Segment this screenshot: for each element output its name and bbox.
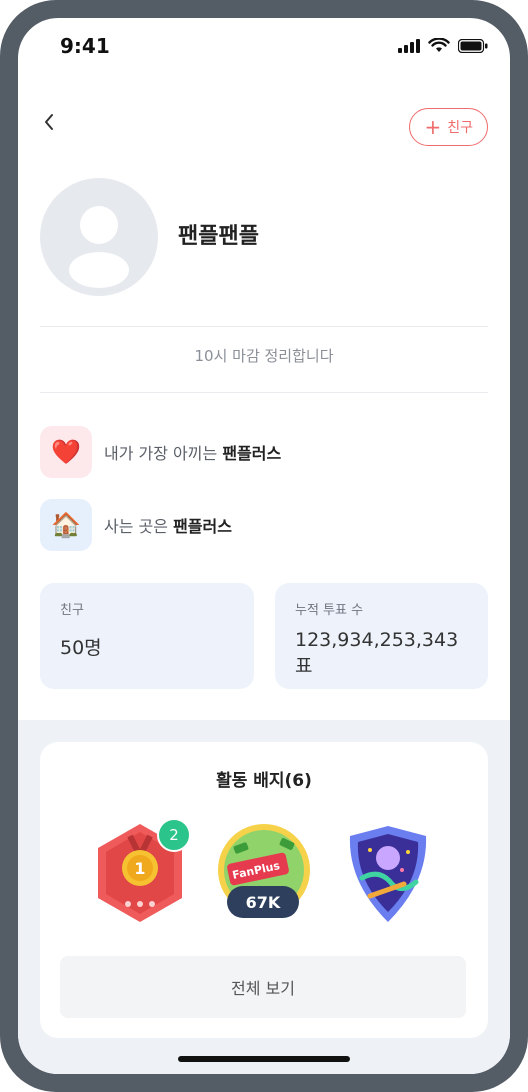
- votes-stat-label: 누적 투표 수: [295, 603, 364, 618]
- votes-stat-card: 누적 투표 수 123,934,253,343 표: [275, 583, 488, 689]
- battery-icon: [458, 39, 488, 53]
- signal-icon: [398, 39, 420, 53]
- top-nav: + 친구: [18, 88, 510, 148]
- avatar[interactable]: [40, 178, 158, 296]
- badge-fanplus[interactable]: FanPlus 67K: [216, 822, 312, 926]
- location-text: 사는 곳은 팬플러스: [104, 513, 232, 537]
- friends-stat-card[interactable]: 친구 50명: [40, 583, 254, 689]
- badge-panel: 활동 배지(6) 1 2 FanPlus 67K 전체 보기: [40, 742, 488, 1038]
- nickname: 팬플팬플: [178, 224, 259, 249]
- home-indicator: [178, 1056, 350, 1062]
- badge-list: 1 2 FanPlus 67K: [40, 818, 488, 932]
- divider: [40, 392, 488, 393]
- svg-text:1: 1: [134, 859, 145, 878]
- location-row: 🏠 사는 곳은 팬플러스: [40, 498, 488, 552]
- friends-stat-label: 친구: [60, 603, 84, 618]
- favorite-row: ❤️ 내가 가장 아끼는 팬플러스: [40, 425, 488, 479]
- status-icons: [398, 38, 488, 54]
- badge-first-place[interactable]: 1 2: [92, 818, 191, 926]
- plus-icon: +: [424, 115, 442, 139]
- badge-section: 활동 배지(6) 1 2 FanPlus 67K 전체 보기: [18, 720, 510, 1074]
- location-prefix: 사는 곳은: [104, 517, 174, 536]
- bio-text: 10시 마감 정리합니다: [194, 347, 334, 365]
- user-silhouette-icon: [69, 206, 129, 288]
- screen: 9:41 + 친구 팬플팬플 10시 마감 정리합니다 ❤️ 내가 가장 아끼는…: [18, 18, 510, 1074]
- profile-header: 팬플팬플: [40, 178, 488, 298]
- wifi-icon: [428, 38, 450, 52]
- votes-stat-value: 123,934,253,343 표: [295, 629, 459, 677]
- chevron-left-icon[interactable]: [38, 110, 62, 134]
- add-friend-label: 친구: [447, 120, 473, 136]
- house-icon: 🏠: [40, 499, 92, 551]
- badge-title: 활동 배지(6): [216, 771, 312, 791]
- friends-stat-value: 50명: [60, 637, 102, 659]
- location-value: 팬플러스: [173, 517, 232, 536]
- favorite-text: 내가 가장 아끼는 팬플러스: [104, 440, 281, 464]
- device-frame: 9:41 + 친구 팬플팬플 10시 마감 정리합니다 ❤️ 내가 가장 아끼는…: [0, 0, 528, 1092]
- badge-votes: 67K: [227, 886, 299, 918]
- favorite-prefix: 내가 가장 아끼는: [104, 444, 223, 463]
- party-shield-icon: [349, 826, 427, 922]
- status-time: 9:41: [60, 34, 110, 58]
- badge-party[interactable]: [340, 822, 436, 926]
- heart-icon: ❤️: [40, 426, 92, 478]
- add-friend-button[interactable]: + 친구: [409, 108, 488, 146]
- favorite-value: 팬플러스: [222, 444, 282, 463]
- badge-count: 2: [157, 818, 191, 852]
- divider: [40, 326, 488, 327]
- status-bar: 9:41: [18, 18, 510, 74]
- view-all-button[interactable]: 전체 보기: [60, 956, 466, 1018]
